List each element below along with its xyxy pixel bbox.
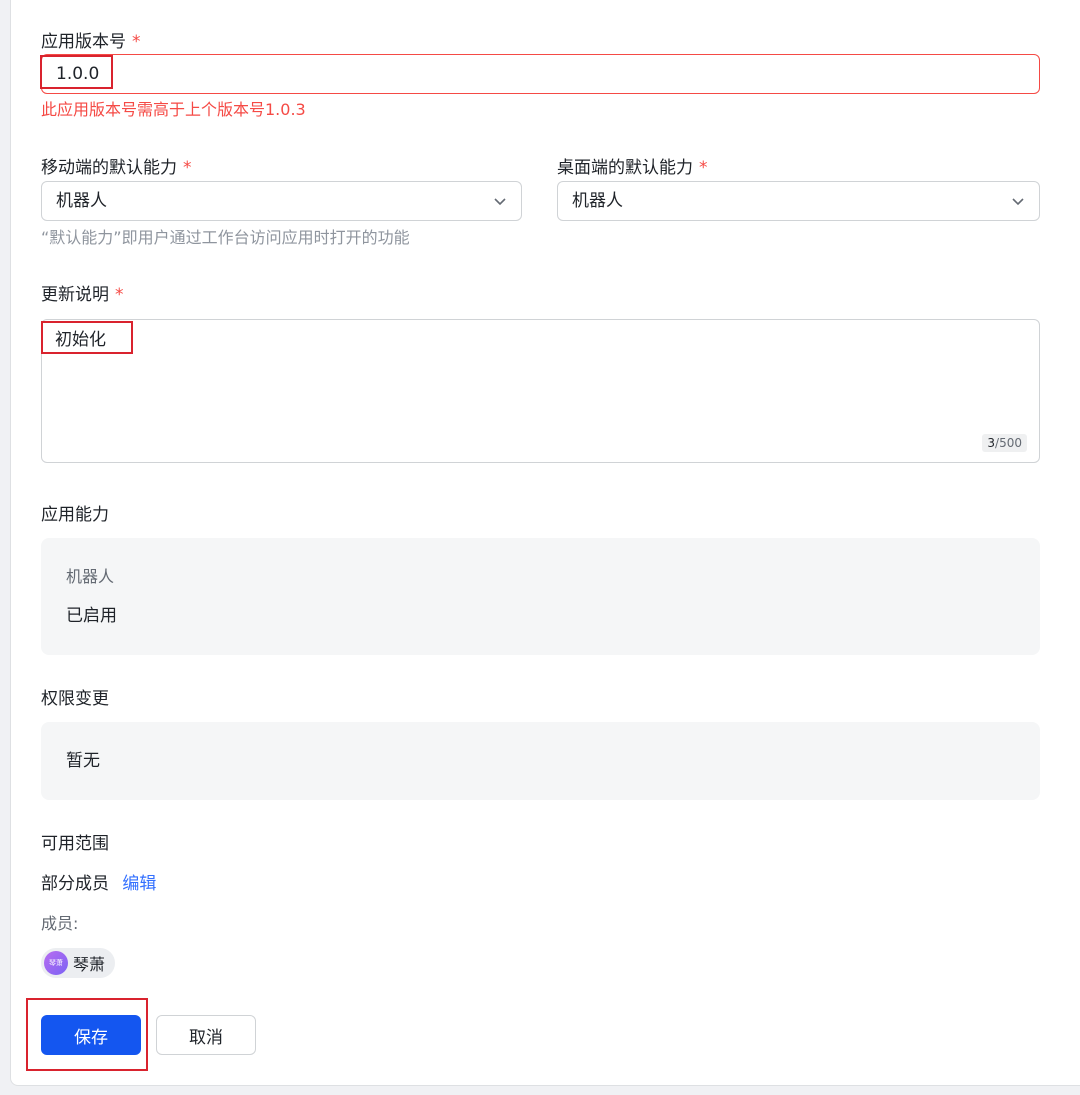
version-label: 应用版本号 * <box>41 32 141 52</box>
permissions-panel: 暂无 <box>41 722 1040 800</box>
capability-status: 已启用 <box>66 606 117 626</box>
members-label: 成员: <box>41 914 79 933</box>
chevron-down-icon <box>1012 198 1024 206</box>
default-ability-hint: “默认能力”即用户通过工作台访问应用时打开的功能 <box>41 228 410 247</box>
edit-scope-link[interactable]: 编辑 <box>122 874 156 894</box>
capability-name: 机器人 <box>66 567 115 586</box>
mobile-default-value: 机器人 <box>56 191 107 211</box>
permissions-label: 权限变更 <box>41 689 109 709</box>
char-counter: 3/500 <box>982 434 1027 452</box>
required-mark: * <box>132 32 141 52</box>
capabilities-panel: 机器人 已启用 <box>41 538 1040 655</box>
required-mark: * <box>115 285 124 305</box>
permissions-value: 暂无 <box>66 751 100 771</box>
mobile-default-label: 移动端的默认能力 * <box>41 158 192 178</box>
version-input[interactable]: 1.0.0 <box>41 54 1040 94</box>
annotation-box-version <box>40 55 113 89</box>
cancel-button[interactable]: 取消 <box>156 1015 256 1055</box>
release-notes-label: 更新说明 * <box>41 285 124 305</box>
scope-label: 可用范围 <box>41 834 109 854</box>
required-mark: * <box>699 158 708 178</box>
scope-row: 部分成员 编辑 <box>41 873 156 895</box>
avatar: 琴萧 <box>44 951 68 975</box>
desktop-default-select[interactable]: 机器人 <box>557 181 1040 221</box>
member-name: 琴萧 <box>73 955 106 974</box>
mobile-default-select[interactable]: 机器人 <box>41 181 522 221</box>
member-chip[interactable]: 琴萧 琴萧 <box>41 948 116 978</box>
desktop-default-label: 桌面端的默认能力 * <box>557 158 708 178</box>
annotation-box-notes <box>41 321 133 354</box>
version-error-text: 此应用版本号需高于上个版本号1.0.3 <box>41 100 306 119</box>
required-mark: * <box>183 158 192 178</box>
chevron-down-icon <box>494 198 506 206</box>
desktop-default-value: 机器人 <box>572 191 623 211</box>
capabilities-label: 应用能力 <box>41 505 109 525</box>
annotation-box-save <box>26 998 148 1071</box>
release-notes-textarea[interactable]: 初始化 3/500 <box>41 319 1040 463</box>
scope-value: 部分成员 <box>41 874 109 894</box>
